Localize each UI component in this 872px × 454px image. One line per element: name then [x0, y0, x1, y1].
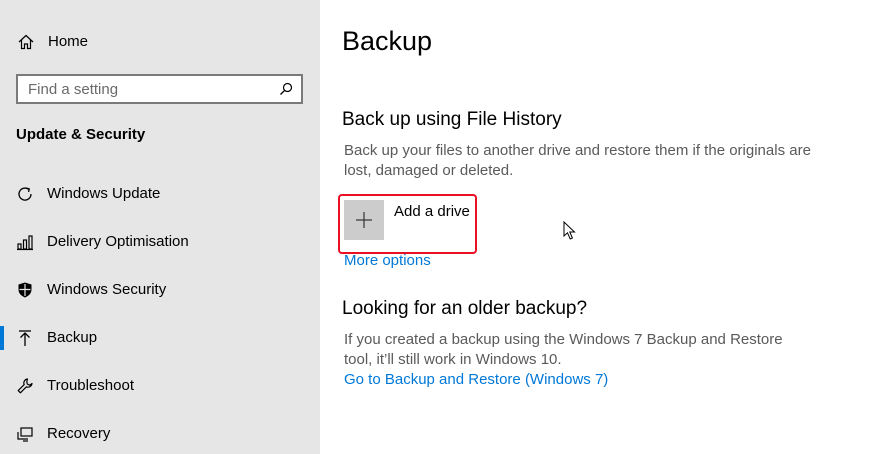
selected-indicator [0, 326, 4, 350]
settings-sidebar: Home Find a setting Update & Security Wi… [0, 0, 320, 454]
file-history-description: Back up your files to another drive and … [344, 142, 811, 179]
search-input[interactable]: Find a setting [16, 74, 303, 104]
search-icon[interactable] [279, 82, 293, 96]
sidebar-item-windows-update[interactable]: Windows Update [0, 174, 320, 214]
wrench-icon [17, 378, 33, 394]
backup-page: Backup Back up using File History Back u… [320, 0, 872, 454]
older-backup-heading: Looking for an older backup? [342, 298, 588, 319]
sidebar-item-label: Backup [47, 329, 98, 346]
home-label: Home [48, 33, 89, 50]
sidebar-item-recovery[interactable]: Recovery [0, 414, 320, 454]
plus-icon [356, 212, 372, 228]
upload-arrow-icon [19, 330, 31, 346]
section-title: Update & Security [16, 126, 146, 143]
search-placeholder: Find a setting [28, 81, 119, 98]
backup-restore-windows7-link[interactable]: Go to Backup and Restore (Windows 7) [344, 371, 608, 388]
sidebar-item-backup[interactable]: Backup [0, 318, 320, 358]
older-backup-description: If you created a backup using the Window… [344, 331, 783, 368]
add-drive-label: Add a drive [394, 203, 470, 220]
sidebar-item-windows-security[interactable]: Windows Security [0, 270, 320, 310]
home-icon [18, 34, 34, 50]
sidebar-item-label: Windows Update [47, 185, 161, 202]
shield-icon [18, 282, 32, 298]
sidebar-item-label: Recovery [47, 425, 111, 442]
sidebar-item-troubleshoot[interactable]: Troubleshoot [0, 366, 320, 406]
sidebar-item-delivery-optimisation[interactable]: Delivery Optimisation [0, 222, 320, 262]
sidebar-item-label: Windows Security [47, 281, 167, 298]
file-history-heading: Back up using File History [342, 109, 562, 130]
home-nav-item[interactable]: Home [0, 24, 320, 60]
delivery-optimisation-icon [17, 235, 33, 251]
add-drive-button[interactable]: Add a drive [344, 200, 474, 240]
recovery-icon [17, 427, 33, 442]
more-options-link[interactable]: More options [344, 252, 431, 269]
mouse-cursor-icon [563, 221, 576, 240]
page-title: Backup [342, 26, 433, 56]
sidebar-item-label: Delivery Optimisation [47, 233, 189, 250]
sidebar-item-label: Troubleshoot [47, 377, 134, 394]
add-drive-tile [344, 200, 384, 240]
sync-icon [18, 187, 32, 201]
